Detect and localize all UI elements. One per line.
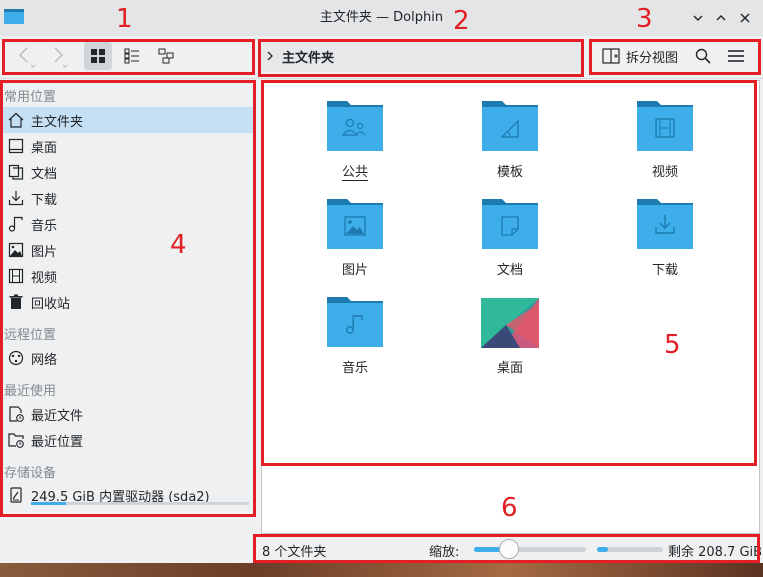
annotation-number: 3 bbox=[636, 4, 653, 34]
annotation-number: 5 bbox=[664, 330, 681, 360]
close-button[interactable] bbox=[735, 8, 755, 28]
chevron-up-icon bbox=[716, 15, 726, 21]
annotation-box-view bbox=[261, 80, 757, 466]
annotation-box-actions bbox=[589, 39, 761, 75]
chevron-down-icon bbox=[693, 15, 703, 21]
annotation-box-statusbar bbox=[253, 534, 760, 563]
annotation-box-location bbox=[258, 39, 584, 77]
maximize-button[interactable] bbox=[711, 8, 731, 28]
close-icon bbox=[740, 13, 750, 23]
annotation-box-navigation bbox=[2, 39, 255, 75]
minimize-button[interactable] bbox=[688, 8, 708, 28]
annotation-number: 2 bbox=[453, 6, 470, 36]
desktop-background-strip bbox=[0, 563, 763, 577]
annotation-box-places bbox=[0, 80, 256, 517]
annotation-number: 1 bbox=[116, 4, 133, 34]
annotation-number: 4 bbox=[170, 230, 187, 260]
annotation-number: 6 bbox=[501, 493, 518, 523]
